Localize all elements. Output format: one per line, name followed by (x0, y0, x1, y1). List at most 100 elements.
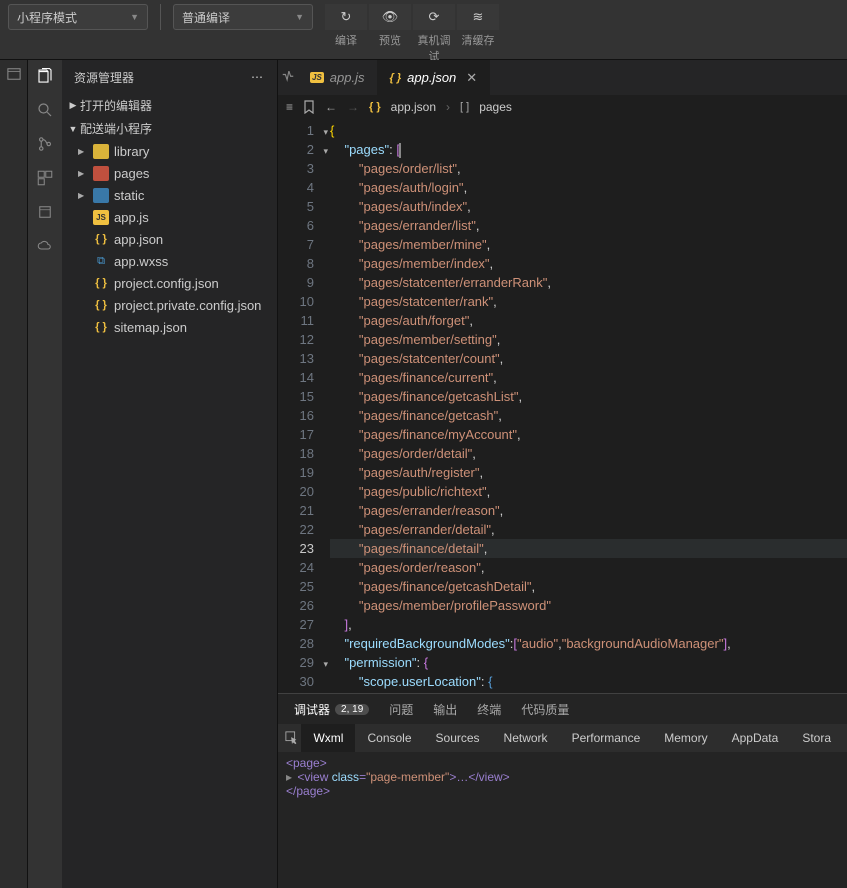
code-line[interactable]: "pages/member/index", (330, 254, 847, 273)
code-line[interactable]: "pages/errander/reason", (330, 501, 847, 520)
tree-node[interactable]: ▶pages (64, 162, 277, 184)
explorer-icon[interactable] (35, 66, 55, 86)
expand-icon[interactable]: ▸ (286, 770, 295, 784)
project-section[interactable]: ▼ 配送端小程序 (62, 117, 277, 140)
window-icon[interactable] (4, 64, 24, 84)
compile-dropdown[interactable]: 普通编译 ▼ (173, 4, 313, 30)
code-line[interactable]: "pages/member/profilePassword" (330, 596, 847, 615)
breadcrumbs[interactable]: ≡ ← → { } app.json › [ ] pages (278, 95, 847, 119)
tree-node[interactable]: ⧉app.wxss (64, 250, 277, 272)
code-line[interactable]: "pages/finance/current", (330, 368, 847, 387)
toolbar-清缓存[interactable]: ≋ (457, 4, 499, 30)
search-icon[interactable] (35, 100, 55, 120)
code-line[interactable]: "permission": { (330, 653, 847, 672)
tree-label: app.js (114, 210, 149, 225)
code-line[interactable]: "pages/finance/detail", (330, 539, 847, 558)
devsub-Memory[interactable]: Memory (652, 724, 719, 752)
more-icon[interactable]: ⋯ (251, 70, 265, 84)
folder-r-icon (93, 166, 109, 181)
array-icon: [ ] (460, 101, 469, 113)
code-line[interactable]: { (330, 121, 847, 140)
section-label: 打开的编辑器 (80, 97, 152, 114)
code-line[interactable]: "pages/auth/forget", (330, 311, 847, 330)
chevron-down-icon: ▼ (130, 12, 139, 22)
devsub-AppData[interactable]: AppData (720, 724, 791, 752)
code-line[interactable]: "pages/statcenter/erranderRank", (330, 273, 847, 292)
code-line[interactable]: ], (330, 615, 847, 634)
code-line[interactable]: "pages/finance/getcashDetail", (330, 577, 847, 596)
devsub-Sources[interactable]: Sources (424, 724, 492, 752)
devsub-Stora[interactable]: Stora (790, 724, 843, 752)
code-line[interactable]: "pages/order/detail", (330, 444, 847, 463)
tree-label: project.config.json (114, 276, 219, 291)
toolbar-编译[interactable]: ↻ (325, 4, 367, 30)
code-line[interactable]: "pages": [ (330, 140, 847, 159)
tree-node[interactable]: { }app.json (64, 228, 277, 250)
bookmark-icon[interactable] (303, 100, 315, 114)
close-icon[interactable]: ✕ (466, 70, 477, 86)
nav-fwd-icon[interactable]: → (347, 100, 359, 114)
code-line[interactable]: "pages/errander/list", (330, 216, 847, 235)
devtab-代码质量[interactable]: 代码质量 (511, 694, 579, 724)
tree-label: sitemap.json (114, 320, 187, 335)
code-line[interactable]: "pages/statcenter/count", (330, 349, 847, 368)
tree-node[interactable]: { }project.config.json (64, 272, 277, 294)
wxml-body[interactable]: <page> ▸ <view class="page-member">…</vi… (278, 752, 847, 888)
code-line[interactable]: "pages/public/richtext", (330, 482, 847, 501)
cloud-icon[interactable] (35, 236, 55, 256)
toolbar-真机调试[interactable]: ⟳ (413, 4, 455, 30)
editor-tab[interactable]: JSapp.js (298, 60, 378, 95)
code-line[interactable]: "pages/errander/detail", (330, 520, 847, 539)
code-line[interactable]: "pages/auth/register", (330, 463, 847, 482)
code-line[interactable]: "pages/statcenter/rank", (330, 292, 847, 311)
extensions-icon[interactable] (35, 168, 55, 188)
editors-section[interactable]: ▶ 打开的编辑器 (62, 94, 277, 117)
crumb-sep: › (446, 100, 450, 114)
crumb-symbol[interactable]: pages (479, 100, 512, 114)
tree-node[interactable]: JSapp.js (64, 206, 277, 228)
toolbar-预览[interactable]: 👁 (369, 4, 411, 30)
scm-icon[interactable] (35, 134, 55, 154)
debug-icon[interactable] (35, 202, 55, 222)
tree-node[interactable]: ▶static (64, 184, 277, 206)
code-line[interactable]: "pages/member/mine", (330, 235, 847, 254)
editor-tab[interactable]: { }app.json✕ (378, 60, 491, 95)
chevron-icon: ▶ (78, 147, 88, 156)
code-line[interactable]: "pages/finance/myAccount", (330, 425, 847, 444)
crumb-file[interactable]: app.json (391, 100, 436, 114)
inspect-icon[interactable] (282, 728, 301, 748)
activity-bar-left (0, 60, 28, 888)
devtab-终端[interactable]: 终端 (467, 694, 511, 724)
explorer-title: 资源管理器 (74, 69, 134, 86)
mode-dropdown[interactable]: 小程序模式 ▼ (8, 4, 148, 30)
code-line[interactable]: "requiredBackgroundModes":["audio","back… (330, 634, 847, 653)
divider (160, 4, 161, 30)
devtab-问题[interactable]: 问题 (379, 694, 423, 724)
devsub-Console[interactable]: Console (355, 724, 423, 752)
editor-tabs: JSapp.js{ }app.json✕ (278, 60, 847, 95)
tree-node[interactable]: { }sitemap.json (64, 316, 277, 338)
tree-node[interactable]: { }project.private.config.json (64, 294, 277, 316)
code-line[interactable]: "pages/member/setting", (330, 330, 847, 349)
nav-back-icon[interactable]: ← (325, 100, 337, 114)
explorer-panel: 资源管理器 ⋯ ▶ 打开的编辑器 ▼ 配送端小程序 ▶library▶pages… (62, 60, 278, 888)
tree-node[interactable]: ▶library (64, 140, 277, 162)
devsub-Network[interactable]: Network (492, 724, 560, 752)
devtab-调试器[interactable]: 调试器2, 19 (284, 694, 379, 724)
devsub-Wxml[interactable]: Wxml (301, 724, 355, 752)
code-line[interactable]: "pages/auth/login", (330, 178, 847, 197)
json-icon: { } (93, 232, 109, 247)
code-line[interactable]: "pages/order/reason", (330, 558, 847, 577)
chevron-down-icon: ▼ (295, 12, 304, 22)
tree-label: app.wxss (114, 254, 168, 269)
code-line[interactable]: "scope.userLocation": { (330, 672, 847, 691)
code-editor[interactable]: 1▾2▾345678910111213141516171819202122232… (278, 119, 847, 693)
devtab-输出[interactable]: 输出 (423, 694, 467, 724)
tab-toggle-icon[interactable] (278, 60, 298, 95)
code-line[interactable]: "pages/order/list", (330, 159, 847, 178)
devsub-Performance[interactable]: Performance (560, 724, 653, 752)
chevron-right-icon: ▶ (66, 100, 80, 111)
code-line[interactable]: "pages/auth/index", (330, 197, 847, 216)
code-line[interactable]: "pages/finance/getcashList", (330, 387, 847, 406)
code-line[interactable]: "pages/finance/getcash", (330, 406, 847, 425)
